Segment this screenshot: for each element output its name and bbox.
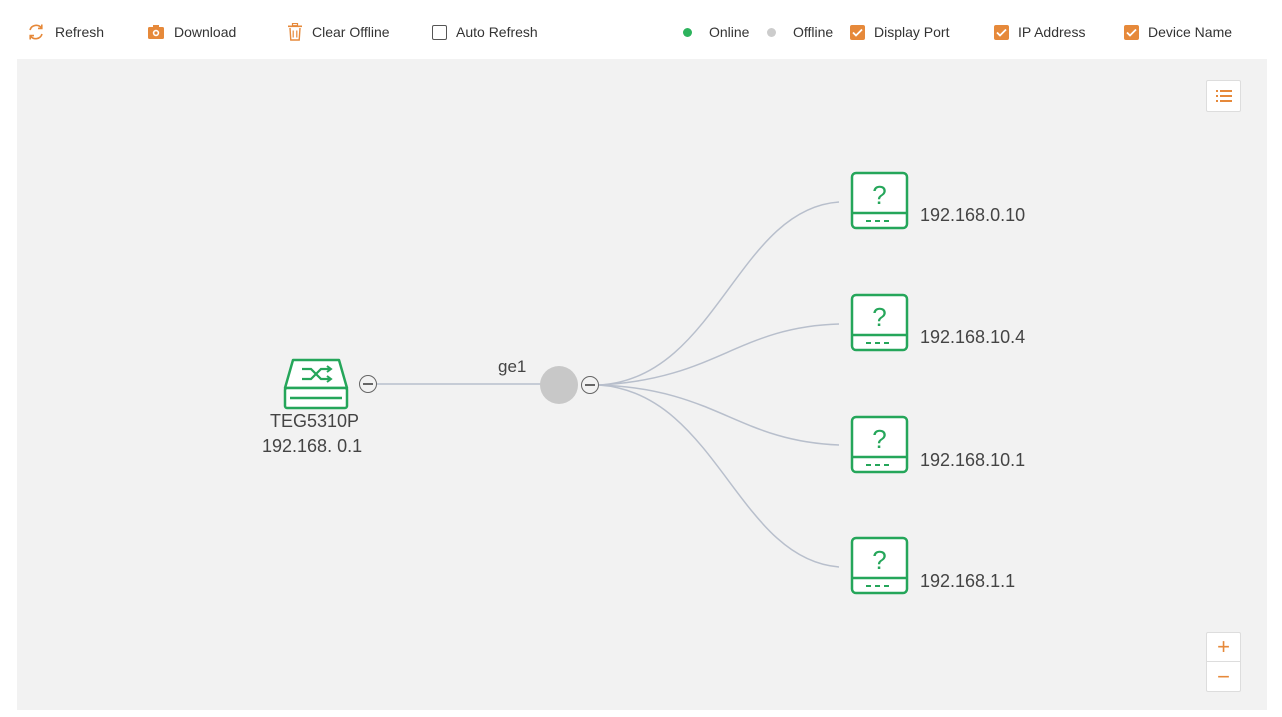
display-port-box[interactable] xyxy=(850,24,865,40)
client-ip-3: 192.168.10.1 xyxy=(920,450,1026,470)
zoom-in-button[interactable]: + xyxy=(1206,632,1241,662)
trash-icon xyxy=(288,23,302,41)
clear-offline-button[interactable]: Clear Offline xyxy=(287,22,390,42)
unknown-device-icon-1[interactable]: ? xyxy=(850,171,909,230)
clear-offline-label: Clear Offline xyxy=(312,24,390,40)
device-name-checkbox[interactable]: Device Name xyxy=(1124,22,1232,42)
download-label: Download xyxy=(174,24,237,40)
checkmark-icon xyxy=(996,28,1007,37)
switch-icon[interactable] xyxy=(283,358,349,410)
legend-online-label: Online xyxy=(709,24,750,40)
legend-offline-label: Offline xyxy=(793,24,834,40)
unknown-device-icon-4[interactable]: ? xyxy=(850,536,909,595)
port-label: ge1 xyxy=(498,357,527,376)
collapse-port-icon[interactable] xyxy=(581,376,599,394)
refresh-label: Refresh xyxy=(55,24,105,40)
checkmark-icon xyxy=(1126,28,1137,37)
unknown-device-icon-3[interactable]: ? xyxy=(850,415,909,474)
auto-refresh-label: Auto Refresh xyxy=(456,24,538,40)
link-client-1 xyxy=(598,201,840,386)
offline-dot-icon xyxy=(767,27,776,37)
client-ip-1: 192.168.0.10 xyxy=(920,205,1026,225)
svg-text:?: ? xyxy=(872,302,886,332)
collapse-root-icon[interactable] xyxy=(359,375,377,393)
root-device-ip: 192.168. 0.1 xyxy=(262,436,363,456)
device-name-box[interactable] xyxy=(1124,24,1139,40)
port-node[interactable] xyxy=(540,366,578,404)
svg-text:?: ? xyxy=(872,180,886,210)
svg-text:?: ? xyxy=(872,424,886,454)
refresh-icon xyxy=(29,24,43,40)
camera-icon xyxy=(148,25,164,39)
checkmark-icon xyxy=(852,28,863,37)
display-port-checkbox[interactable]: Display Port xyxy=(850,22,949,42)
list-icon xyxy=(1215,90,1232,102)
unknown-device-icon-2[interactable]: ? xyxy=(850,293,909,352)
root-device-name: TEG5310P xyxy=(270,411,360,431)
auto-refresh-box[interactable] xyxy=(432,24,447,40)
ip-address-box[interactable] xyxy=(994,24,1009,40)
ip-address-checkbox[interactable]: IP Address xyxy=(994,22,1085,42)
client-ip-2: 192.168.10.4 xyxy=(920,327,1026,347)
online-dot-icon xyxy=(683,27,692,37)
auto-refresh-checkbox[interactable]: Auto Refresh xyxy=(432,22,538,42)
download-button[interactable]: Download xyxy=(147,22,236,42)
topology-links: ? ? ? ? xyxy=(283,171,909,595)
device-name-label: Device Name xyxy=(1148,24,1233,40)
svg-text:?: ? xyxy=(872,545,886,575)
zoom-out-button[interactable]: − xyxy=(1206,662,1241,692)
client-ip-4: 192.168.1.1 xyxy=(920,571,1016,591)
topology-canvas[interactable]: ? ? ? ? TEG5310P 192.168. 0.1 ge1 192.16… xyxy=(17,59,1267,710)
list-view-button[interactable] xyxy=(1206,80,1241,112)
toolbar: Refresh Download Clear Offline Auto Refr… xyxy=(0,0,1282,60)
link-client-2 xyxy=(598,323,840,386)
display-port-label: Display Port xyxy=(874,24,950,40)
legend-offline: Offline xyxy=(767,22,833,42)
ip-address-label: IP Address xyxy=(1018,24,1086,40)
refresh-button[interactable]: Refresh xyxy=(26,22,104,42)
legend-online: Online xyxy=(683,22,749,42)
